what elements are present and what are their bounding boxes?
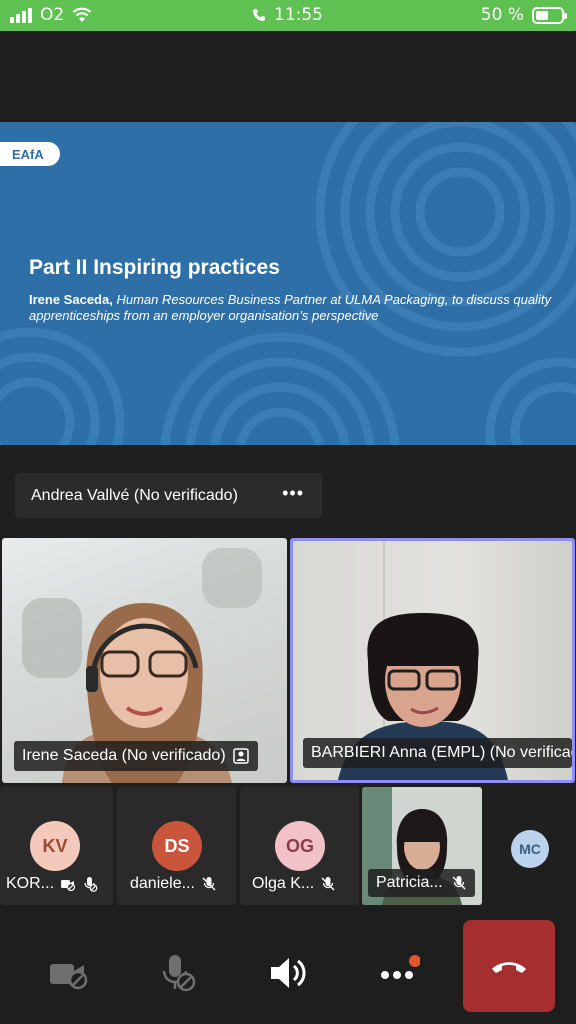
participant-name-row: Olga K... [252,875,336,893]
avatar: OG [275,821,325,871]
camera-toggle-button[interactable] [44,948,94,998]
call-controls [0,908,576,1024]
avatar: DS [152,821,202,871]
slide-background-pattern [0,122,576,445]
participant-tile-og[interactable]: OG Olga K... [240,787,359,905]
participant-tile-ds[interactable]: DS daniele... [117,787,236,905]
wifi-icon [72,7,92,22]
carrier-label: O2 [40,5,65,25]
participant-name: KOR... [6,875,55,892]
participant-name: Irene Saceda (No verificado) [22,747,226,764]
speaker-icon [271,958,306,988]
more-actions-button[interactable] [373,948,423,998]
mic-off-icon [452,876,466,890]
participant-tile-patricia[interactable]: Patricia... [362,787,482,905]
phone-icon [253,9,265,21]
participant-name: Patricia... [376,874,443,891]
participant-name-row: KOR... [6,875,98,893]
participant-name-tag: Patricia... [368,869,475,897]
participant-name-row: daniele... [130,875,217,893]
participant-name: daniele... [130,875,195,892]
spotlight-icon [232,748,249,764]
hang-up-icon [492,962,526,973]
signal-icon [10,7,32,23]
avatar: MC [511,830,549,868]
clock: 11:55 [274,5,323,25]
camera-off-icon [61,880,76,891]
speaker-button[interactable] [262,948,312,998]
battery-icon [532,6,567,24]
participant-name-tag: BARBIERI Anna (EMPL) (No verificado) [303,738,572,768]
more-icon [381,955,420,979]
status-right: 50 % [480,5,567,25]
mic-off-icon [84,877,98,892]
participant-tile-mc[interactable]: MC [486,787,576,905]
notification-dot [409,955,420,967]
camera-off-icon [50,964,88,990]
status-center: 11:55 [252,5,323,25]
leave-call-button[interactable] [463,920,555,1012]
participant-name: BARBIERI Anna (EMPL) (No verificado) [311,744,572,761]
avatar: KV [30,821,80,871]
battery-fill [536,10,548,20]
slide-title: Part II Inspiring practices [29,256,280,279]
mic-off-icon [202,877,216,891]
avatar-initials: KV [42,835,68,856]
eafa-logo: EAfA [0,142,60,166]
status-left: O2 [10,5,92,25]
video-tile-irene[interactable]: Irene Saceda (No verificado) [2,538,287,783]
status-bar: O2 11:55 50 % [0,0,576,31]
speaker-name: Irene Saceda, [29,292,113,307]
video-tile-anna[interactable]: BARBIERI Anna (EMPL) (No verificado) [290,538,575,783]
avatar-initials: DS [164,835,190,856]
participant-name: Olga K... [252,875,315,892]
presenter-label[interactable]: Andrea Vallvé (No verificado) ••• [15,473,322,518]
avatar-initials: MC [519,841,541,857]
slide-subtitle: Irene Saceda, Human Resources Business P… [29,292,564,324]
participant-name-tag: Irene Saceda (No verificado) [14,741,258,771]
shared-slide[interactable]: EAfA Part II Inspiring practices Irene S… [0,122,576,445]
presenter-name: Andrea Vallvé (No verificado) [31,486,238,504]
battery-percent: 50 % [480,5,524,25]
mic-off-icon [162,955,196,992]
avatar-initials: OG [285,835,314,856]
more-options-button[interactable]: ••• [282,483,304,504]
participant-tile-kv[interactable]: KV KOR... [0,787,113,905]
mic-toggle-button[interactable] [153,948,203,998]
mic-off-icon [321,877,335,891]
